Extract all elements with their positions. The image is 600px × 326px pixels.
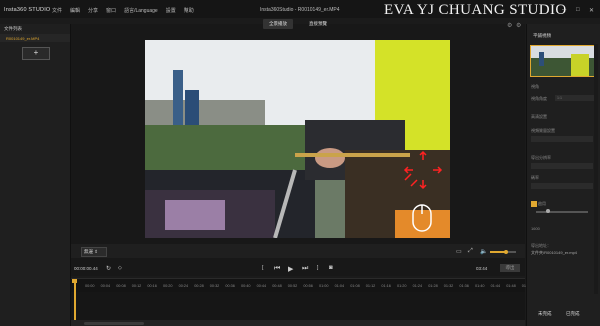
export-button[interactable]: 導出 bbox=[500, 264, 520, 272]
menu-bar: 文件 編輯 分享 窗口 語言/Language 設置 幫助 bbox=[52, 7, 194, 14]
out-point-icon[interactable]: ] bbox=[317, 265, 318, 271]
bitrate-field[interactable] bbox=[531, 183, 593, 189]
section-view-label: 視角 bbox=[531, 84, 539, 89]
menu-language[interactable]: 語言/Language bbox=[124, 7, 158, 14]
ruler-tick: 00:48 bbox=[272, 284, 282, 288]
close-button[interactable]: ✕ bbox=[589, 7, 594, 14]
ruler-tick: 00:04 bbox=[100, 284, 111, 288]
playback-bar bbox=[71, 260, 525, 276]
gear-icon[interactable]: ⚙ bbox=[507, 22, 512, 29]
export-path-label: 導出地址： bbox=[531, 243, 551, 248]
ruler-tick: 01:36 bbox=[459, 284, 469, 288]
ruler-tick: 01:44 bbox=[490, 284, 501, 288]
menu-help[interactable]: 幫助 bbox=[184, 7, 194, 14]
ruler-tick: 00:24 bbox=[178, 284, 189, 288]
menu-window[interactable]: 窗口 bbox=[106, 7, 116, 14]
bitrate-slider[interactable] bbox=[536, 211, 588, 213]
playhead-handle[interactable] bbox=[72, 279, 77, 283]
bitrate-label: 碼率 bbox=[531, 175, 539, 180]
time-total: 03:44 bbox=[476, 266, 488, 271]
watermark-text: EVA YJ CHUANG STUDIO bbox=[384, 2, 567, 18]
document-title: Insta360Studio - R0010149_er.MP4 bbox=[260, 7, 340, 13]
thumbnail-image bbox=[531, 46, 597, 76]
quality-label: 視頻質量設置 bbox=[531, 128, 555, 133]
ruler-tick: 01:40 bbox=[475, 284, 485, 288]
maximize-button[interactable]: □ bbox=[576, 7, 580, 13]
prev-frame-icon[interactable]: ⏮ bbox=[274, 265, 280, 273]
volume-knob[interactable] bbox=[503, 249, 508, 254]
time-current: 00:00:00.44 bbox=[74, 266, 98, 271]
view-dropdown[interactable]: 無邊 ⇕ bbox=[81, 247, 107, 257]
timeline-track[interactable] bbox=[71, 292, 525, 320]
ruler-tick: 00:28 bbox=[194, 284, 204, 288]
menu-edit[interactable]: 編輯 bbox=[70, 7, 80, 14]
ruler-tick: 01:04 bbox=[334, 284, 345, 288]
ruler-tick: 01:20 bbox=[397, 284, 407, 288]
file-list-item[interactable]: R0010149_er.MP4 bbox=[0, 34, 70, 42]
resolution-label: 導出分辨率 bbox=[531, 155, 551, 160]
ruler-tick: 01:00 bbox=[319, 284, 329, 288]
incomplete-tab[interactable]: 未完成 bbox=[538, 311, 552, 317]
ruler-tick: 01:48 bbox=[506, 284, 516, 288]
ruler-tick: 00:40 bbox=[241, 284, 251, 288]
menu-file[interactable]: 文件 bbox=[52, 7, 62, 14]
video-image bbox=[145, 40, 450, 238]
marker-icon[interactable]: ◇ bbox=[118, 265, 122, 271]
view-angle-field[interactable]: 1:1 bbox=[555, 95, 594, 101]
app-name: Insta360 STUDIO bbox=[4, 7, 51, 13]
ruler-tick: 01:16 bbox=[381, 284, 391, 288]
preview-thumbnail[interactable] bbox=[530, 45, 598, 77]
add-file-button[interactable]: + bbox=[22, 47, 50, 60]
settings-icon[interactable]: ⚙ bbox=[516, 22, 521, 29]
in-point-icon[interactable]: [ bbox=[262, 265, 263, 271]
bitrate-value: 1600 bbox=[531, 226, 540, 231]
menu-share[interactable]: 分享 bbox=[88, 7, 98, 14]
timeline-ruler[interactable]: 00:00 00:04 00:08 00:12 00:16 00:20 00:24 00:28… bbox=[71, 278, 531, 293]
quality-field[interactable] bbox=[531, 136, 593, 142]
camera-icon[interactable]: ◙ bbox=[329, 265, 333, 271]
aspect-icon[interactable]: ▭ bbox=[456, 248, 462, 255]
ruler-tick: 01:32 bbox=[443, 284, 454, 288]
resolution-field[interactable] bbox=[531, 163, 593, 169]
ruler-tick: 00:20 bbox=[163, 284, 173, 288]
ruler-tick: 01:12 bbox=[365, 284, 376, 288]
ruler-tick: 00:08 bbox=[116, 284, 126, 288]
ruler-tick: 01:24 bbox=[412, 284, 423, 288]
ruler-tick: 00:44 bbox=[256, 284, 267, 288]
file-list-panel: 文件列表 R0010149_er.MP4 + bbox=[0, 24, 71, 326]
loop-icon[interactable]: ↻ bbox=[106, 265, 111, 272]
play-icon[interactable]: ▶ bbox=[288, 265, 293, 273]
view-angle-label: 視角角度 bbox=[531, 96, 547, 101]
playhead[interactable] bbox=[74, 280, 76, 320]
minimize-button[interactable]: ─ bbox=[562, 7, 566, 13]
export-path-value: 文件夾/R0010149_er.mp4 bbox=[531, 250, 578, 255]
timeline-scroll-thumb[interactable] bbox=[84, 321, 144, 325]
ruler-tick: 00:36 bbox=[225, 284, 235, 288]
speaker-icon[interactable]: 🔈 bbox=[480, 248, 487, 255]
enable-checkbox[interactable] bbox=[531, 201, 537, 207]
ruler-tick: 00:12 bbox=[131, 284, 142, 288]
complete-tab[interactable]: 已完成 bbox=[566, 311, 580, 317]
ruler-tick: 01:28 bbox=[428, 284, 438, 288]
video-frame[interactable] bbox=[145, 40, 450, 238]
file-name: R0010149_er.MP4 bbox=[6, 35, 40, 41]
bitrate-slider-knob[interactable] bbox=[546, 209, 550, 213]
tab-direct-preview[interactable]: 直接預覽 bbox=[303, 19, 333, 29]
ruler-tick: 01:08 bbox=[350, 284, 360, 288]
ruler-tick: 00:52 bbox=[287, 284, 298, 288]
ruler-tick: 00:16 bbox=[147, 284, 157, 288]
tab-panorama-play[interactable]: 全景播放 bbox=[263, 19, 293, 29]
ruler-tick: 00:32 bbox=[209, 284, 220, 288]
ruler-tick: 00:00 bbox=[85, 284, 95, 288]
file-list-header: 文件列表 bbox=[4, 26, 22, 31]
panel-title: 平鋪視頻 bbox=[533, 33, 551, 38]
next-frame-icon[interactable]: ⏭ bbox=[302, 265, 308, 273]
enable-label: 啟用 bbox=[538, 201, 546, 206]
fullscreen-icon[interactable]: ⤢ bbox=[468, 248, 473, 255]
section-hd-label: 高清設置 bbox=[531, 114, 547, 119]
ruler-tick: 00:56 bbox=[303, 284, 313, 288]
panel-scrollbar[interactable] bbox=[594, 44, 598, 294]
menu-settings[interactable]: 設置 bbox=[166, 7, 176, 14]
